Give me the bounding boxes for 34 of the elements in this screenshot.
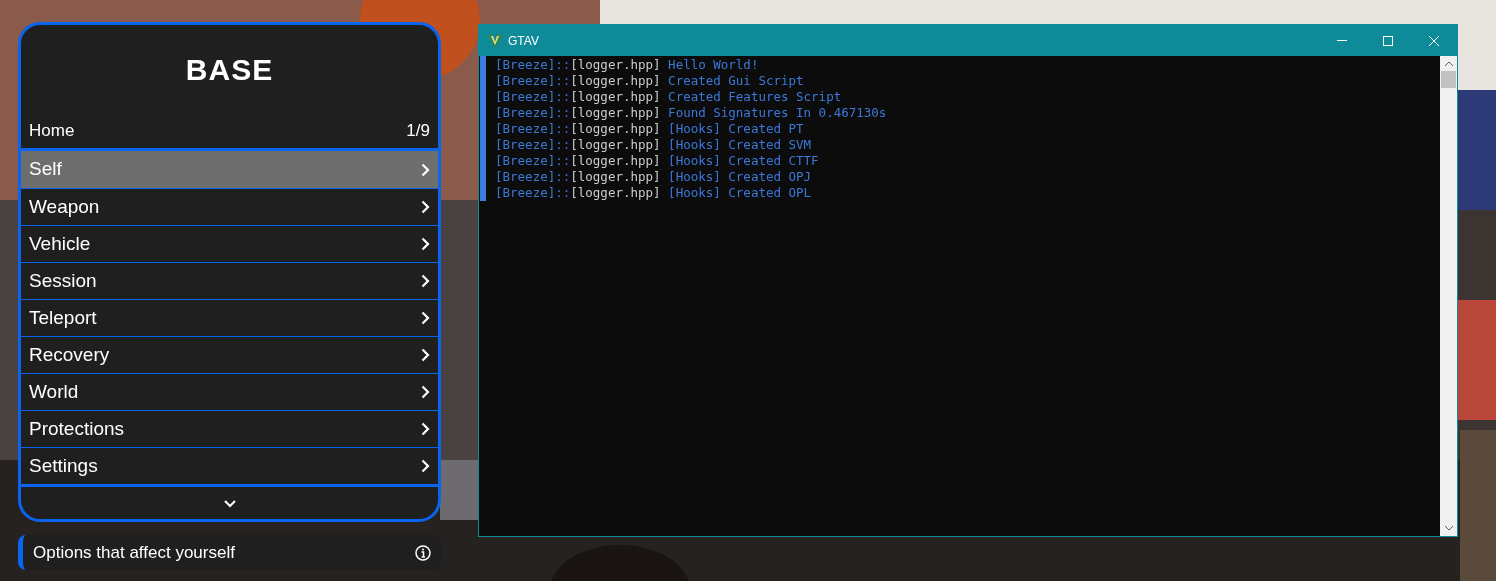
chevron-down-icon[interactable] [222, 498, 237, 508]
description-text: Options that affect yourself [33, 541, 235, 564]
chevron-right-icon [421, 422, 430, 436]
chevron-right-icon [421, 237, 430, 251]
minimize-icon [1337, 40, 1347, 41]
menu-item[interactable]: Self [21, 151, 438, 188]
chevron-right-icon [421, 200, 430, 214]
log-line: [Breeze]::[logger.hpp] [Hooks] Created SVM [495, 137, 813, 153]
chevron-right-icon [421, 162, 430, 177]
chevron-right-icon [421, 274, 430, 288]
scrollbar[interactable] [1440, 56, 1457, 536]
log-line: [Breeze]::[logger.hpp] [Hooks] Created OPL [495, 185, 813, 201]
chevron-right-icon [421, 385, 430, 399]
app-icon [488, 34, 502, 47]
chevron-right-icon [421, 311, 430, 325]
breadcrumb: Home [29, 119, 75, 142]
scroll-up-icon[interactable] [1444, 61, 1453, 66]
chevron-right-icon [421, 348, 430, 362]
scroll-down-icon[interactable] [1444, 526, 1453, 531]
info-icon [415, 544, 431, 561]
log-line: [Breeze]::[logger.hpp] Hello World! [495, 57, 760, 73]
log-line: [Breeze]::[logger.hpp] Created Features Script [495, 89, 843, 105]
menu-title: BASE [185, 51, 274, 88]
close-icon [1429, 35, 1439, 46]
log-line: [Breeze]::[logger.hpp] [Hooks] Created PT [495, 121, 805, 137]
maximize-icon [1383, 35, 1393, 46]
log-line: [Breeze]::[logger.hpp] Created Gui Script [495, 73, 805, 89]
log-line: [Breeze]::[logger.hpp] [Hooks] Created CTTF [495, 153, 820, 169]
scroll-thumb[interactable] [1441, 71, 1456, 88]
chevron-right-icon [421, 459, 430, 473]
page-counter: 1/9 [406, 119, 430, 142]
log-line: [Breeze]::[logger.hpp] [Hooks] Created OPJ [495, 169, 813, 185]
window-title: GTAV [508, 32, 539, 50]
log-line: [Breeze]::[logger.hpp] Found Signatures In 0.467130s [495, 105, 888, 121]
